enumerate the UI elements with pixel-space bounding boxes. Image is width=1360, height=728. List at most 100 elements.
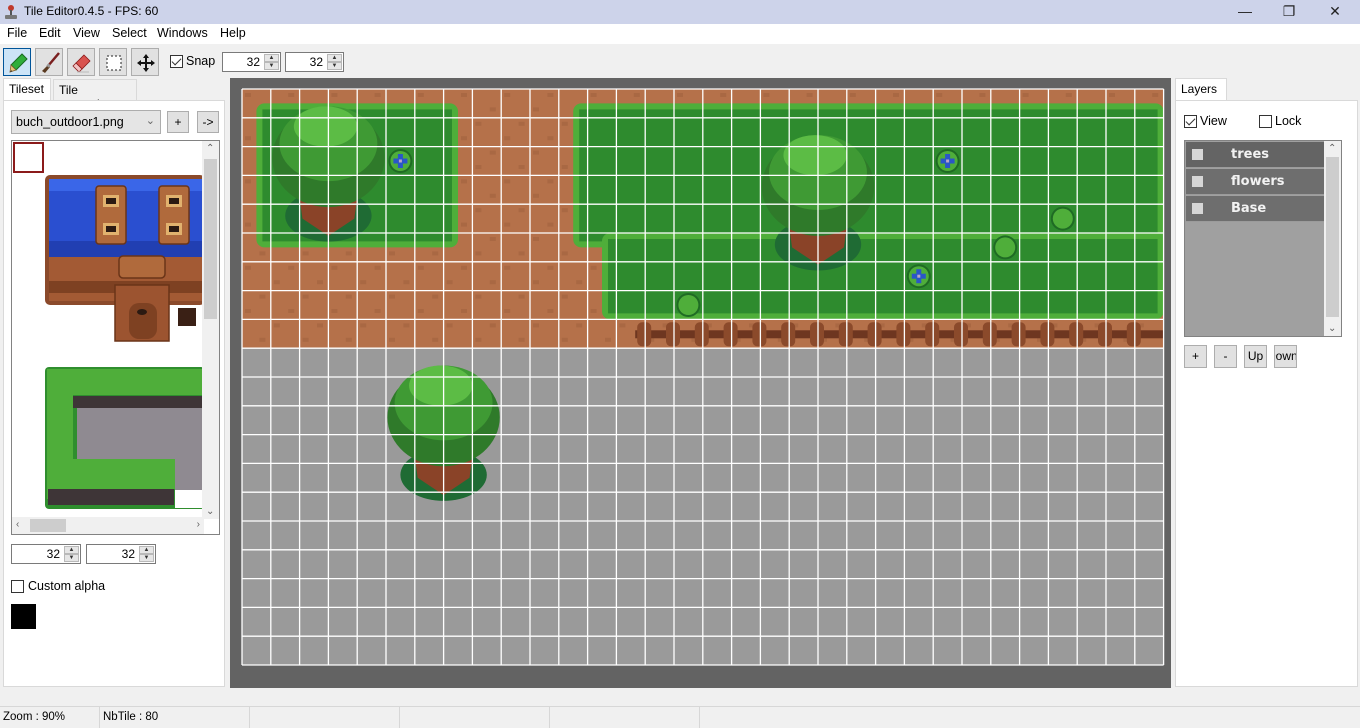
- spin-down-arrow[interactable]: ▼: [264, 62, 279, 70]
- dirt-texture: [518, 251, 525, 256]
- tileset-vertical-scrollbar[interactable]: ⌃ ⌄: [202, 141, 219, 519]
- scroll-down-icon[interactable]: ⌄: [206, 506, 214, 517]
- menu-help[interactable]: Help: [220, 26, 246, 40]
- tileset-viewer[interactable]: ⌃ ⌄ ‹ ›: [11, 140, 220, 535]
- dirt-texture: [245, 179, 251, 184]
- scrollbar-thumb[interactable]: [1326, 157, 1339, 317]
- tab-tile-properties[interactable]: Tile properties: [53, 79, 137, 111]
- fence-post: [723, 322, 738, 347]
- layer-row-flowers[interactable]: flowers: [1186, 169, 1324, 195]
- spin-down-arrow[interactable]: ▼: [64, 554, 79, 562]
- dirt-texture: [518, 208, 525, 213]
- menu-select[interactable]: Select: [112, 26, 147, 40]
- dirt-texture: [345, 294, 352, 299]
- lock-checkbox[interactable]: [1259, 115, 1272, 128]
- spin-down-arrow[interactable]: ▼: [139, 554, 154, 562]
- tab-tileset[interactable]: Tileset: [3, 78, 51, 102]
- layer-visibility-toggle[interactable]: [1192, 149, 1203, 160]
- add-tileset-button[interactable]: +: [167, 111, 189, 133]
- tileset-dropdown[interactable]: buch_outdoor1.png ⌄: [11, 110, 161, 134]
- alpha-color-swatch[interactable]: [11, 604, 36, 629]
- tree-canopy-highlight: [409, 365, 473, 406]
- menu-file[interactable]: File: [7, 26, 27, 40]
- dirt-texture: [576, 280, 583, 285]
- tree-canopy-highlight: [783, 135, 847, 176]
- flower-leaves: [678, 295, 699, 315]
- dirt-texture: [590, 309, 597, 313]
- tile-width-spinbox[interactable]: 32 ▲ ▼: [11, 544, 81, 564]
- scrollbar-thumb[interactable]: [30, 519, 66, 532]
- snap-width-spinbox[interactable]: 32 ▲ ▼: [222, 52, 281, 72]
- fence-post: [982, 322, 997, 347]
- layer-visibility-toggle[interactable]: [1192, 203, 1203, 214]
- scroll-right-icon[interactable]: ›: [197, 519, 200, 530]
- tile-count-status: NbTile : 80: [100, 707, 250, 728]
- fence-post: [781, 322, 796, 347]
- layer-row-base[interactable]: Base: [1186, 196, 1324, 222]
- tileset-horizontal-scrollbar[interactable]: ‹ ›: [12, 517, 204, 534]
- tile-width-value: 32: [46, 547, 60, 561]
- hedge-path-tile[interactable]: [45, 367, 204, 509]
- dirt-texture: [417, 93, 424, 97]
- layers-tab-content: View Lock trees flowers Base ⌃ ⌄ + - Up …: [1175, 100, 1358, 687]
- dirt-texture: [489, 150, 496, 155]
- scroll-up-icon[interactable]: ⌃: [206, 143, 214, 154]
- window-title: Tile Editor0.4.5 - FPS: 60: [24, 4, 159, 18]
- spin-up-arrow[interactable]: ▲: [64, 546, 79, 554]
- dirt-texture: [245, 265, 251, 270]
- snap-checkbox[interactable]: [170, 55, 183, 68]
- move-layer-up-button[interactable]: Up: [1244, 345, 1267, 368]
- map-canvas[interactable]: [230, 78, 1171, 688]
- maximize-button[interactable]: ❐: [1266, 0, 1312, 24]
- dirt-texture: [504, 309, 511, 313]
- dirt-texture: [561, 251, 568, 256]
- pencil-tool-button[interactable]: [3, 48, 31, 76]
- select-tool-button[interactable]: [99, 48, 127, 76]
- remove-layer-button[interactable]: -: [1214, 345, 1237, 368]
- spin-up-arrow[interactable]: ▲: [264, 54, 279, 62]
- move-tool-button[interactable]: [131, 48, 159, 76]
- flower-leaves: [1052, 208, 1073, 229]
- brush-tool-button[interactable]: [35, 48, 63, 76]
- tile-map[interactable]: [230, 78, 1171, 688]
- tileset-image[interactable]: [12, 141, 204, 519]
- dirt-texture: [605, 337, 611, 342]
- close-button[interactable]: ✕: [1312, 0, 1358, 24]
- dirt-texture: [461, 309, 467, 313]
- custom-alpha-checkbox[interactable]: [11, 580, 24, 593]
- dirt-texture: [288, 309, 295, 313]
- eraser-tool-button[interactable]: [67, 48, 95, 76]
- scrollbar-thumb[interactable]: [204, 159, 217, 319]
- add-layer-button[interactable]: +: [1184, 345, 1207, 368]
- spin-down-arrow[interactable]: ▼: [327, 62, 342, 70]
- minimize-button[interactable]: —: [1222, 0, 1268, 24]
- layer-visibility-toggle[interactable]: [1192, 176, 1203, 187]
- status-cell-empty: [550, 707, 700, 728]
- snap-height-spinbox[interactable]: 32 ▲ ▼: [285, 52, 344, 72]
- fence-post: [925, 322, 940, 347]
- dirt-texture: [360, 280, 367, 285]
- menu-view[interactable]: View: [73, 26, 100, 40]
- snap-label: Snap: [186, 54, 216, 68]
- next-tileset-button[interactable]: ->: [197, 111, 219, 133]
- menu-windows[interactable]: Windows: [157, 26, 208, 40]
- flower-leaves: [995, 237, 1016, 258]
- scroll-left-icon[interactable]: ‹: [16, 519, 19, 530]
- spin-up-arrow[interactable]: ▲: [327, 54, 342, 62]
- menu-edit[interactable]: Edit: [39, 26, 61, 40]
- move-layer-down-button[interactable]: Down: [1274, 345, 1297, 368]
- layers-scrollbar[interactable]: ⌃ ⌄: [1324, 141, 1341, 336]
- scroll-down-icon[interactable]: ⌄: [1328, 323, 1336, 334]
- dirt-texture: [547, 136, 554, 141]
- dirt-texture: [331, 309, 338, 313]
- view-checkbox[interactable]: [1184, 115, 1197, 128]
- spin-up-arrow[interactable]: ▲: [139, 546, 154, 554]
- dirt-texture: [446, 280, 453, 285]
- dirt-texture: [936, 93, 943, 97]
- tile-height-spinbox[interactable]: 32 ▲ ▼: [86, 544, 156, 564]
- scroll-up-icon[interactable]: ⌃: [1328, 143, 1336, 154]
- tab-layers[interactable]: Layers: [1175, 78, 1227, 102]
- house-tile[interactable]: [45, 175, 204, 342]
- pencil-icon: [9, 53, 28, 73]
- layer-row-trees[interactable]: trees: [1186, 142, 1324, 168]
